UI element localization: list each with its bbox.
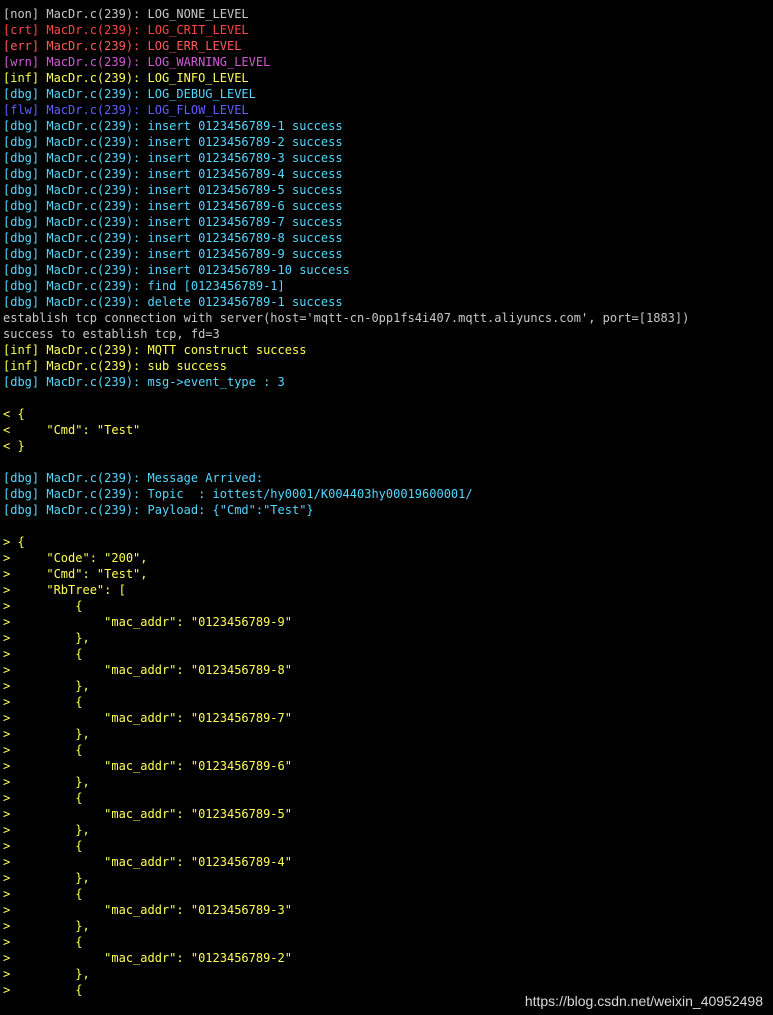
terminal-line: > { <box>3 647 83 661</box>
terminal-line: > { <box>3 935 83 949</box>
terminal-line: > { <box>3 791 83 805</box>
terminal-line: > { <box>3 743 83 757</box>
terminal-line: [dbg] MacDr.c(239): find [0123456789-1] <box>3 279 285 293</box>
terminal-line: > }, <box>3 631 90 645</box>
terminal-line: > "mac_addr": "0123456789-8" <box>3 663 292 677</box>
terminal-line: [dbg] MacDr.c(239): insert 0123456789-8 … <box>3 231 343 245</box>
terminal-line: > }, <box>3 871 90 885</box>
terminal-line: > }, <box>3 919 90 933</box>
terminal-line: [dbg] MacDr.c(239): Payload: {"Cmd":"Tes… <box>3 503 314 517</box>
terminal-line: > }, <box>3 967 90 981</box>
terminal-line: [crt] MacDr.c(239): LOG_CRIT_LEVEL <box>3 23 249 37</box>
terminal-line: < { <box>3 407 25 421</box>
terminal-line: > }, <box>3 679 90 693</box>
terminal-line: [dbg] MacDr.c(239): insert 0123456789-5 … <box>3 183 343 197</box>
terminal-line: [non] MacDr.c(239): LOG_NONE_LEVEL <box>3 7 249 21</box>
terminal-line: [dbg] MacDr.c(239): Topic : iottest/hy00… <box>3 487 473 501</box>
terminal-line: [dbg] MacDr.c(239): insert 0123456789-7 … <box>3 215 343 229</box>
terminal-line: > "mac_addr": "0123456789-3" <box>3 903 292 917</box>
terminal-line: > { <box>3 695 83 709</box>
terminal-line: [err] MacDr.c(239): LOG_ERR_LEVEL <box>3 39 242 53</box>
terminal-line: > }, <box>3 775 90 789</box>
terminal-line: > "mac_addr": "0123456789-4" <box>3 855 292 869</box>
terminal-output[interactable]: [non] MacDr.c(239): LOG_NONE_LEVEL [crt] … <box>0 0 773 1015</box>
terminal-line: [dbg] MacDr.c(239): insert 0123456789-4 … <box>3 167 343 181</box>
terminal-line: > { <box>3 839 83 853</box>
terminal-line: [dbg] MacDr.c(239): insert 0123456789-1 … <box>3 119 343 133</box>
terminal-line: > "mac_addr": "0123456789-7" <box>3 711 292 725</box>
terminal-line: [dbg] MacDr.c(239): LOG_DEBUG_LEVEL <box>3 87 256 101</box>
terminal-line: [dbg] MacDr.c(239): insert 0123456789-2 … <box>3 135 343 149</box>
terminal-line: > "RbTree": [ <box>3 583 126 597</box>
terminal-line: > }, <box>3 727 90 741</box>
terminal-line: > "mac_addr": "0123456789-9" <box>3 615 292 629</box>
watermark-text: https://blog.csdn.net/weixin_40952498 <box>524 993 763 1009</box>
terminal-line: establish tcp connection with server(hos… <box>3 311 690 325</box>
terminal-line: [flw] MacDr.c(239): LOG_FLOW_LEVEL <box>3 103 249 117</box>
terminal-line: < } <box>3 439 25 453</box>
terminal-line: [dbg] MacDr.c(239): msg->event_type : 3 <box>3 375 285 389</box>
terminal-line: > "mac_addr": "0123456789-6" <box>3 759 292 773</box>
terminal-line: [dbg] MacDr.c(239): insert 0123456789-3 … <box>3 151 343 165</box>
terminal-line: [dbg] MacDr.c(239): insert 0123456789-10… <box>3 263 350 277</box>
terminal-line: > { <box>3 599 83 613</box>
terminal-line: [dbg] MacDr.c(239): insert 0123456789-6 … <box>3 199 343 213</box>
terminal-line: > }, <box>3 823 90 837</box>
terminal-line: [wrn] MacDr.c(239): LOG_WARNING_LEVEL <box>3 55 271 69</box>
terminal-line: > { <box>3 535 25 549</box>
terminal-line: < "Cmd": "Test" <box>3 423 141 437</box>
terminal-line: > "mac_addr": "0123456789-2" <box>3 951 292 965</box>
terminal-line: > "Code": "200", <box>3 551 148 565</box>
terminal-line: > "Cmd": "Test", <box>3 567 148 581</box>
terminal-line: [dbg] MacDr.c(239): insert 0123456789-9 … <box>3 247 343 261</box>
terminal-line: [inf] MacDr.c(239): LOG_INFO_LEVEL <box>3 71 249 85</box>
terminal-line: > "mac_addr": "0123456789-5" <box>3 807 292 821</box>
terminal-line: [inf] MacDr.c(239): MQTT construct succe… <box>3 343 307 357</box>
terminal-line: [dbg] MacDr.c(239): Message Arrived: <box>3 471 264 485</box>
terminal-line: success to establish tcp, fd=3 <box>3 327 220 341</box>
terminal-line: [dbg] MacDr.c(239): delete 0123456789-1 … <box>3 295 343 309</box>
terminal-line: [inf] MacDr.c(239): sub success <box>3 359 227 373</box>
terminal-line: > { <box>3 887 83 901</box>
